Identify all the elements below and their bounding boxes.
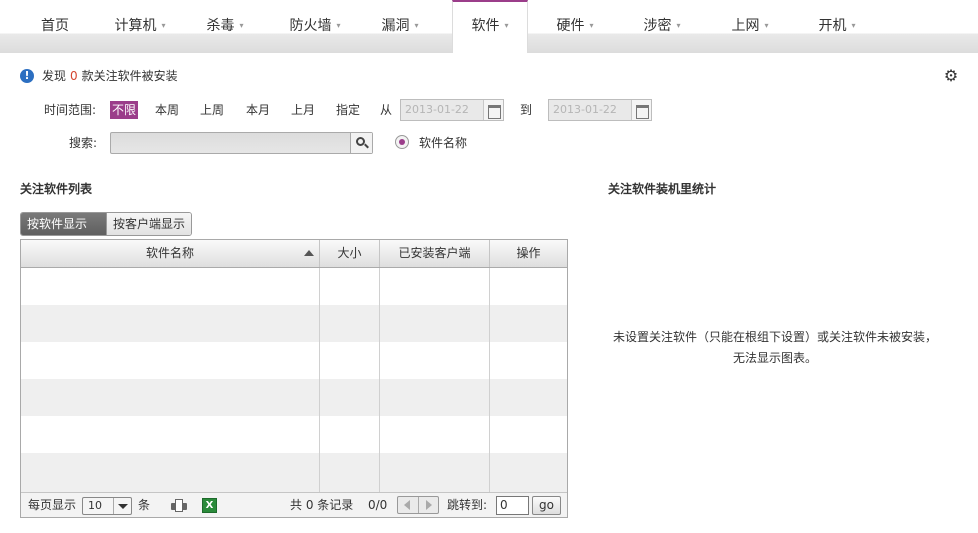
- date-to-value: 2013-01-22: [553, 103, 617, 116]
- sort-ascending-icon: [304, 250, 314, 256]
- tab-by-software[interactable]: 按软件显示: [21, 213, 106, 235]
- print-icon[interactable]: [171, 499, 187, 512]
- pagination-bar: 每页显示 10 条 X 共 0 条记录 0/0 跳转到: 0 go: [21, 492, 567, 517]
- nav-item-antivirus[interactable]: 杀毒 ▾: [190, 0, 260, 53]
- table-row: [21, 453, 567, 492]
- info-icon: !: [20, 68, 34, 83]
- time-option-last-month[interactable]: 上月: [289, 101, 317, 119]
- info-suffix: 款关注软件被安装: [81, 69, 178, 83]
- column-label: 已安装客户端: [398, 246, 471, 260]
- nav-label: 上网: [731, 18, 760, 34]
- search-button[interactable]: [350, 133, 372, 153]
- prev-page-icon[interactable]: [404, 500, 410, 510]
- time-option-custom[interactable]: 指定: [334, 101, 362, 119]
- nav-item-computer[interactable]: 计算机 ▾: [100, 0, 180, 53]
- time-range-label: 时间范围:: [44, 103, 97, 117]
- chevron-down-icon: ▾: [589, 21, 594, 30]
- software-list-title: 关注软件列表: [20, 182, 93, 196]
- per-page-label: 每页显示: [28, 498, 77, 512]
- search-label: 搜索:: [69, 136, 98, 150]
- chevron-down-icon: ▾: [504, 21, 509, 30]
- nav-label: 开机: [818, 18, 847, 34]
- next-page-icon[interactable]: [426, 500, 432, 510]
- page-info: 0/0: [368, 498, 388, 512]
- time-option-this-week[interactable]: 本周: [153, 101, 181, 119]
- chevron-down-icon: [113, 498, 131, 514]
- from-label: 从: [380, 103, 393, 117]
- chevron-down-icon: ▾: [764, 21, 769, 30]
- time-option-this-month[interactable]: 本月: [244, 101, 272, 119]
- nav-item-classified[interactable]: 涉密 ▾: [627, 0, 697, 53]
- column-label: 大小: [337, 246, 362, 260]
- to-label: 到: [520, 103, 533, 117]
- column-label: 操作: [516, 246, 541, 260]
- gear-icon[interactable]: ⚙: [943, 68, 959, 84]
- chevron-down-icon: ▾: [414, 21, 419, 30]
- calendar-icon[interactable]: [631, 100, 651, 120]
- column-divider: [379, 268, 380, 492]
- per-page-value: 10: [88, 499, 102, 512]
- nav-item-internet[interactable]: 上网 ▾: [715, 0, 785, 53]
- nav-item-hardware[interactable]: 硬件 ▾: [540, 0, 610, 53]
- chevron-down-icon: ▾: [676, 21, 681, 30]
- nav-item-vulnerability[interactable]: 漏洞 ▾: [365, 0, 435, 53]
- per-page-unit: 条: [138, 498, 151, 512]
- table-row: [21, 379, 567, 416]
- search-input[interactable]: [110, 132, 373, 154]
- info-count: 0: [70, 69, 78, 83]
- time-option-last-week[interactable]: 上周: [198, 101, 226, 119]
- nav-label: 首页: [41, 18, 69, 34]
- chart-empty-message: 未设置关注软件（只能在根组下设置）或关注软件未被安装，无法显示图表。: [612, 330, 937, 365]
- time-option-unlimited[interactable]: 不限: [110, 101, 139, 119]
- info-summary: ! 发现 0 款关注软件被安装: [20, 68, 178, 84]
- info-prefix: 发现: [42, 69, 67, 83]
- nav-label: 漏洞: [381, 18, 410, 34]
- nav-label: 软件: [471, 18, 500, 34]
- nav-item-software[interactable]: 软件 ▾: [452, 0, 528, 53]
- column-software-name[interactable]: 软件名称: [21, 240, 320, 267]
- per-page-select[interactable]: 10: [82, 497, 132, 515]
- nav-label: 防火墙: [289, 18, 332, 34]
- column-divider: [489, 268, 490, 492]
- software-name-radio[interactable]: [395, 135, 409, 149]
- software-table: 软件名称 大小 已安装客户端 操作 每页显示 10 条 X 共 0 条记录 0/…: [20, 239, 568, 518]
- view-toggle: 按软件显示 按客户端显示: [20, 212, 192, 236]
- excel-export-icon[interactable]: X: [202, 498, 217, 513]
- calendar-icon[interactable]: [483, 100, 503, 120]
- nav-label: 涉密: [643, 18, 672, 34]
- column-size[interactable]: 大小: [320, 240, 380, 267]
- nav-label: 杀毒: [206, 18, 235, 34]
- table-row: [21, 416, 567, 453]
- nav-label: 计算机: [114, 18, 157, 34]
- install-stats-title: 关注软件装机里统计: [608, 182, 717, 196]
- column-actions[interactable]: 操作: [490, 240, 567, 267]
- nav-item-firewall[interactable]: 防火墙 ▾: [275, 0, 355, 53]
- chevron-down-icon: ▾: [336, 21, 341, 30]
- table-row: [21, 268, 567, 305]
- nav-item-home[interactable]: 首页: [20, 0, 90, 53]
- chevron-down-icon: ▾: [851, 21, 856, 30]
- page-nav-buttons: [397, 496, 439, 514]
- date-to-field[interactable]: 2013-01-22: [548, 99, 652, 121]
- column-divider: [319, 268, 320, 492]
- table-row: [21, 305, 567, 342]
- date-from-value: 2013-01-22: [405, 103, 469, 116]
- table-body: [21, 268, 567, 492]
- column-label: 软件名称: [145, 246, 194, 260]
- chevron-down-icon: ▾: [161, 21, 166, 30]
- total-records: 共 0 条记录: [290, 498, 354, 512]
- go-button[interactable]: go: [532, 496, 561, 515]
- column-installed-clients[interactable]: 已安装客户端: [380, 240, 490, 267]
- chevron-down-icon: ▾: [239, 21, 244, 30]
- table-row: [21, 342, 567, 379]
- jump-page-input[interactable]: 0: [496, 496, 529, 515]
- table-header: 软件名称 大小 已安装客户端 操作: [21, 240, 567, 268]
- software-name-radio-label: 软件名称: [419, 136, 468, 150]
- nav-label: 硬件: [556, 18, 585, 34]
- tab-by-client[interactable]: 按客户端显示: [106, 213, 191, 235]
- date-from-field[interactable]: 2013-01-22: [400, 99, 504, 121]
- top-nav: 首页 计算机 ▾ 杀毒 ▾ 防火墙 ▾ 漏洞 ▾ 软件 ▾ 硬件 ▾ 涉密 ▾ 上网 ▾ 开机 ▾: [0, 0, 978, 53]
- jump-label: 跳转到:: [447, 498, 488, 512]
- nav-item-boot[interactable]: 开机 ▾: [802, 0, 872, 53]
